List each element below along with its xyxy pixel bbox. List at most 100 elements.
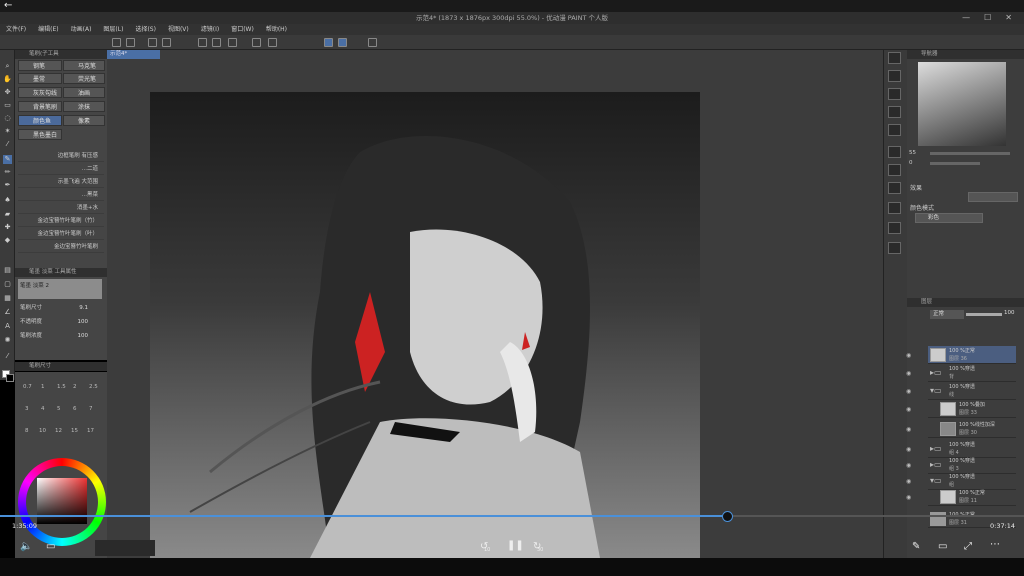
size-preset[interactable]: 3 bbox=[25, 406, 29, 412]
move-tool-icon[interactable]: ✥ bbox=[3, 88, 12, 97]
ruler-icon[interactable] bbox=[338, 38, 347, 47]
eyedropper-icon[interactable]: ⁄ bbox=[3, 140, 12, 149]
magic-wand-icon[interactable]: ✶ bbox=[3, 127, 12, 136]
brush-list-item[interactable]: 金边宝簪竹叶笔刷（竹） bbox=[18, 215, 104, 227]
prop-density[interactable]: 笔刷浓度 100 bbox=[20, 330, 104, 342]
fill-icon[interactable] bbox=[252, 38, 261, 47]
menu-filter[interactable]: 滤镜(I) bbox=[195, 24, 225, 35]
redo-icon[interactable] bbox=[212, 38, 221, 47]
subtool-group-button[interactable]: 涂抹 bbox=[63, 101, 105, 112]
menu-select[interactable]: 选择(S) bbox=[129, 24, 162, 35]
subtool-group-button[interactable]: 墨常 bbox=[18, 73, 62, 84]
volume-icon[interactable]: 🔈 bbox=[20, 541, 32, 552]
menu-file[interactable]: 文件(F) bbox=[0, 24, 32, 35]
ruler-tool-icon[interactable]: ∠ bbox=[3, 308, 12, 317]
navigator-angle[interactable]: 0 bbox=[909, 160, 913, 166]
clear-icon[interactable] bbox=[268, 38, 277, 47]
subtool-group-button[interactable]: 灰灰勾线 bbox=[18, 87, 62, 98]
navigator-thumbnail[interactable] bbox=[918, 62, 1006, 146]
brush-list-item[interactable]: ...二道 bbox=[18, 163, 104, 175]
brush-list-item[interactable]: 金边宝簪竹叶笔刷（叶） bbox=[18, 228, 104, 240]
layer-blend-select[interactable]: 正常 bbox=[930, 310, 964, 319]
layer-row[interactable]: 100 %叠加 图层 33 bbox=[928, 400, 1016, 418]
navigator-angle-slider[interactable] bbox=[930, 162, 980, 165]
open-icon[interactable] bbox=[126, 38, 135, 47]
visibility-icon[interactable]: ◉ bbox=[906, 426, 914, 434]
menu-help[interactable]: 帮助(H) bbox=[260, 24, 293, 35]
help-icon[interactable] bbox=[368, 38, 377, 47]
menu-animation[interactable]: 动画(A) bbox=[65, 24, 98, 35]
save-icon[interactable] bbox=[148, 38, 157, 47]
size-preset[interactable]: 7 bbox=[89, 406, 93, 412]
size-preset[interactable]: 4 bbox=[41, 406, 45, 412]
material-icon[interactable] bbox=[888, 242, 901, 254]
brush-list-item[interactable]: ...黑菜 bbox=[18, 189, 104, 201]
subtool-group-button[interactable]: 颜色鱼 bbox=[18, 115, 62, 126]
material-icon[interactable] bbox=[888, 222, 901, 234]
layer-opacity-slider[interactable] bbox=[966, 313, 1002, 316]
visibility-icon[interactable]: ◉ bbox=[906, 352, 914, 360]
more-icon[interactable]: ⋯ bbox=[990, 539, 1000, 550]
visibility-icon[interactable]: ◉ bbox=[906, 446, 914, 454]
select-tool-icon[interactable]: ▭ bbox=[3, 101, 12, 110]
eraser-icon[interactable]: ▰ bbox=[3, 210, 12, 219]
search-icon[interactable] bbox=[888, 52, 901, 64]
pencil-tool-icon[interactable]: ✏ bbox=[3, 168, 12, 177]
fill-tool-icon[interactable]: ◆ bbox=[3, 236, 12, 245]
subtool-group-button[interactable]: 钢笔 bbox=[18, 60, 62, 71]
size-preset[interactable]: 0.7 bbox=[23, 384, 32, 390]
fullscreen-icon[interactable]: ⤢ bbox=[964, 541, 972, 552]
pause-icon[interactable]: ❚❚ bbox=[507, 540, 524, 551]
delete-icon[interactable] bbox=[888, 106, 901, 118]
size-preset[interactable]: 17 bbox=[87, 428, 94, 434]
figure-tool-icon[interactable]: ▢ bbox=[3, 280, 12, 289]
saturation-value-square[interactable] bbox=[37, 478, 87, 524]
visibility-icon[interactable]: ◉ bbox=[906, 462, 914, 470]
undo-icon[interactable] bbox=[198, 38, 207, 47]
text-tool-icon[interactable]: A bbox=[3, 322, 12, 331]
subtool-group-button[interactable]: 马克笔 bbox=[63, 60, 105, 71]
size-preset[interactable]: 2.5 bbox=[89, 384, 98, 390]
menu-window[interactable]: 窗口(W) bbox=[225, 24, 260, 35]
menu-layer[interactable]: 图层(L) bbox=[97, 24, 129, 35]
artwork-canvas[interactable] bbox=[150, 92, 700, 558]
layer-row[interactable]: ▸▭ 100 %穿透背 bbox=[928, 364, 1016, 382]
back-arrow-icon[interactable]: ← bbox=[4, 0, 12, 12]
maximize-icon[interactable]: ☐ bbox=[984, 12, 991, 24]
brush-list-item[interactable]: 边框笔刷 有压感 bbox=[18, 150, 104, 162]
layer-row[interactable]: 100 %线性加深 图层 30 bbox=[928, 420, 1016, 438]
hand-tool-icon[interactable]: ✋ bbox=[3, 75, 12, 84]
blend-tool-icon[interactable]: ✚ bbox=[3, 223, 12, 232]
menu-edit[interactable]: 编辑(E) bbox=[32, 24, 64, 35]
canvas-tab[interactable]: 示范4* bbox=[107, 50, 160, 59]
close-icon[interactable]: ✕ bbox=[1005, 12, 1012, 24]
layer-row[interactable]: 100 %正常 图层 11 bbox=[928, 488, 1016, 506]
layer-opacity-value[interactable]: 100 bbox=[1004, 310, 1015, 316]
material-icon[interactable] bbox=[888, 182, 901, 194]
size-preset[interactable]: 12 bbox=[55, 428, 62, 434]
menu-view[interactable]: 视图(V) bbox=[162, 24, 195, 35]
material-icon[interactable] bbox=[888, 202, 901, 214]
sub-color-swatch[interactable] bbox=[6, 374, 14, 382]
brush-list-item[interactable]: 消墨+水 bbox=[18, 202, 104, 214]
visibility-icon[interactable]: ◉ bbox=[906, 406, 914, 414]
loading-icon[interactable] bbox=[228, 38, 237, 47]
airbrush-icon[interactable]: ♠ bbox=[3, 196, 12, 205]
zoom-tool-icon[interactable]: ⌕ bbox=[3, 62, 12, 71]
material-icon[interactable] bbox=[888, 88, 901, 100]
size-preset[interactable]: 8 bbox=[25, 428, 29, 434]
frame-tool-icon[interactable]: ▦ bbox=[3, 294, 12, 303]
prop-opacity[interactable]: 不透明度 100 bbox=[20, 316, 104, 328]
layer-row[interactable]: 100 %正常 图层 36 bbox=[928, 346, 1016, 364]
brush-list-item[interactable]: 示墨飞遍 大范围 bbox=[18, 176, 104, 188]
layer-row[interactable]: ▾▭ 100 %穿透线 bbox=[928, 382, 1016, 400]
color-mode-select[interactable]: 彩色 bbox=[915, 213, 983, 223]
navigator-zoom[interactable]: 55 bbox=[909, 150, 916, 156]
brush-tool-icon[interactable]: ✎ bbox=[3, 155, 12, 164]
navigator-zoom-slider[interactable] bbox=[930, 152, 1010, 155]
size-preset[interactable]: 15 bbox=[71, 428, 78, 434]
gradient-icon[interactable]: ▤ bbox=[3, 266, 12, 275]
material-icon[interactable] bbox=[888, 70, 901, 82]
subtool-group-button[interactable]: 黑色墨白 bbox=[18, 129, 62, 140]
size-preset[interactable]: 1 bbox=[41, 384, 45, 390]
